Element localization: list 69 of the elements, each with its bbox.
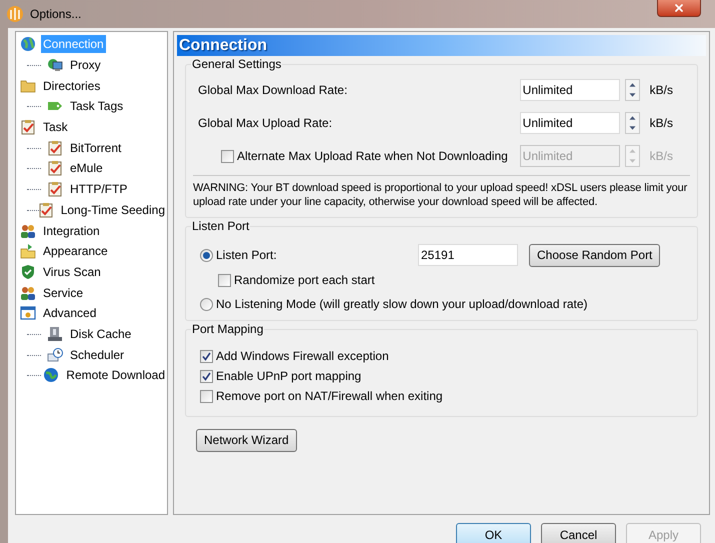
tree-item[interactable]: Service — [41, 284, 86, 302]
check-icon — [202, 372, 211, 380]
tree-item[interactable]: Remote Download — [64, 366, 167, 384]
spin-buttons[interactable] — [624, 79, 640, 101]
port-field[interactable]: 25191 — [418, 244, 518, 266]
tree-item[interactable]: Proxy — [68, 56, 103, 74]
folder-arrow-icon — [20, 243, 36, 260]
checkbox[interactable] — [200, 370, 213, 382]
tree-item[interactable]: eMule — [68, 159, 105, 178]
dialog-button[interactable]: Cancel — [541, 523, 616, 543]
tree-item[interactable]: Long-Time Seeding — [58, 200, 167, 219]
tree-item[interactable]: Disk Cache — [68, 324, 134, 343]
monitor-icon — [47, 57, 63, 74]
option-label: No Listening Mode (will greatly slow down your upload/download rate) — [216, 296, 588, 313]
globe-icon — [43, 367, 60, 384]
spin-buttons[interactable] — [624, 112, 640, 134]
tree-item[interactable]: BitTorrent — [68, 138, 124, 157]
tree-item[interactable]: Integration — [41, 222, 102, 240]
tree-item[interactable]: Virus Scan — [41, 262, 103, 281]
window-icon — [20, 305, 36, 322]
rate-field[interactable]: Unlimited — [520, 112, 620, 134]
clipboard-icon — [38, 202, 54, 218]
group-title: General Settings — [191, 56, 282, 72]
people-icon — [20, 222, 36, 239]
tree-item[interactable]: Task Tags — [68, 97, 126, 116]
dialog-button[interactable]: OK — [456, 523, 531, 543]
tree-item[interactable]: Task — [41, 118, 70, 136]
app-logo-icon — [6, 5, 24, 23]
globe-icon — [20, 36, 36, 52]
option-label: Alternate Max Upload Rate when Not Downloading — [237, 148, 508, 165]
panel-header: Connection — [177, 35, 706, 56]
window-title: Options... — [30, 6, 82, 23]
folder-icon — [20, 78, 36, 94]
option-label: Remove port on NAT/Firewall when exiting — [216, 388, 443, 405]
random-port-button[interactable]: Choose Random Port — [529, 244, 660, 266]
close-icon — [673, 2, 685, 14]
option-label: Add Windows Firewall exception — [216, 348, 389, 365]
people-icon — [20, 284, 36, 301]
clipboard-icon — [20, 119, 36, 136]
clipboard-icon — [47, 160, 63, 176]
tree-item[interactable]: Appearance — [41, 242, 110, 260]
group-title: Port Mapping — [191, 321, 264, 337]
close-button[interactable] — [657, 0, 701, 17]
unit-label: kB/s — [650, 82, 673, 99]
option-label: Enable UPnP port mapping — [216, 368, 362, 385]
tree-item[interactable]: Advanced — [41, 304, 98, 322]
disk-drive-icon — [47, 326, 63, 342]
clipboard-icon — [47, 140, 63, 156]
check-icon — [202, 352, 211, 360]
checkbox[interactable] — [200, 350, 213, 362]
radio-button[interactable] — [200, 248, 213, 262]
unit-label: kB/s — [650, 148, 673, 165]
clock-icon — [47, 346, 63, 363]
radio-button[interactable] — [200, 298, 213, 310]
rate-label: Global Max Upload Rate: — [198, 115, 332, 132]
clipboard-icon — [47, 181, 63, 198]
rate-field[interactable]: Unlimited — [520, 79, 620, 101]
checkbox[interactable] — [218, 274, 231, 286]
network-wizard-button[interactable]: Network Wizard — [196, 428, 297, 452]
tree-item[interactable]: HTTP/FTP — [68, 180, 130, 198]
tree-item[interactable]: Scheduler — [68, 346, 126, 364]
shield-icon — [20, 264, 36, 280]
unit-label: kB/s — [650, 115, 673, 132]
option-label: Randomize port each start — [234, 272, 375, 289]
checkbox[interactable] — [200, 390, 213, 402]
option-label: Listen Port: — [216, 247, 277, 264]
warning-text: WARNING: Your BT download speed is proportional to your upload speed! xDSL users please limit your upload rate under your line capacity, otherwise your download speed will be affected. — [192, 181, 688, 209]
tree-item[interactable]: Directories — [41, 76, 102, 95]
rate-label: Global Max Download Rate: — [198, 82, 348, 99]
